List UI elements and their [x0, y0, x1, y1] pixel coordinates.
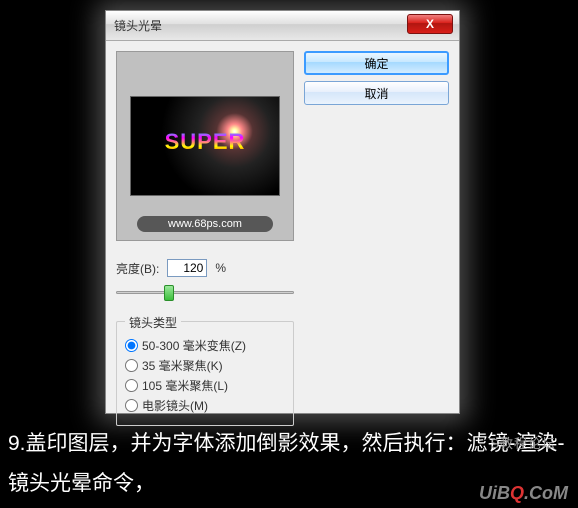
preview-text: SUPER [131, 129, 279, 155]
button-column: 确定 取消 [304, 51, 449, 426]
lens-type-group: 镜头类型 50-300 毫米变焦(Z) 35 毫米聚焦(K) 105 毫米聚焦(… [116, 321, 294, 426]
cancel-button[interactable]: 取消 [304, 81, 449, 105]
lens-option-movie[interactable]: 电影镜头(M) [125, 397, 285, 414]
lens-label-3: 电影镜头(M) [142, 397, 208, 414]
preview-image: SUPER [130, 96, 280, 196]
radio-50-300[interactable] [125, 339, 138, 352]
watermark-uibq: UiBQ.CoM [479, 483, 568, 504]
brightness-row: 亮度(B): % [116, 259, 294, 277]
brightness-label: 亮度(B): [116, 260, 159, 277]
radio-105[interactable] [125, 379, 138, 392]
lens-label-2: 105 毫米聚焦(L) [142, 377, 228, 394]
lens-option-105[interactable]: 105 毫米聚焦(L) [125, 377, 285, 394]
lens-legend: 镜头类型 [125, 314, 181, 331]
dialog-title: 镜头光晕 [106, 17, 162, 34]
lens-option-50-300[interactable]: 50-300 毫米变焦(Z) [125, 337, 285, 354]
controls: 亮度(B): % 镜头类型 50-300 毫米变焦(Z) [116, 259, 294, 426]
radio-movie[interactable] [125, 399, 138, 412]
close-icon: X [426, 17, 434, 31]
slider-track [116, 291, 294, 294]
brightness-input[interactable] [167, 259, 207, 277]
preview-watermark: www.68ps.com [137, 216, 273, 232]
titlebar[interactable]: 镜头光晕 X [106, 11, 459, 41]
lens-flare-dialog: 镜头光晕 X SUPER www.68ps.com 亮度(B): % [105, 10, 460, 414]
preview-box[interactable]: SUPER www.68ps.com [116, 51, 294, 241]
lens-option-35[interactable]: 35 毫米聚焦(K) [125, 357, 285, 374]
watermark-forum: S教程论坛 [490, 433, 556, 452]
brightness-slider[interactable] [116, 285, 294, 303]
radio-35[interactable] [125, 359, 138, 372]
close-button[interactable]: X [407, 14, 453, 34]
ok-button[interactable]: 确定 [304, 51, 449, 75]
lens-label-1: 35 毫米聚焦(K) [142, 357, 223, 374]
dialog-body: SUPER www.68ps.com 亮度(B): % 镜头类型 [106, 41, 459, 436]
brightness-unit: % [215, 261, 226, 275]
lens-label-0: 50-300 毫米变焦(Z) [142, 337, 246, 354]
slider-thumb[interactable] [164, 285, 174, 301]
preview-column: SUPER www.68ps.com 亮度(B): % 镜头类型 [116, 51, 294, 426]
